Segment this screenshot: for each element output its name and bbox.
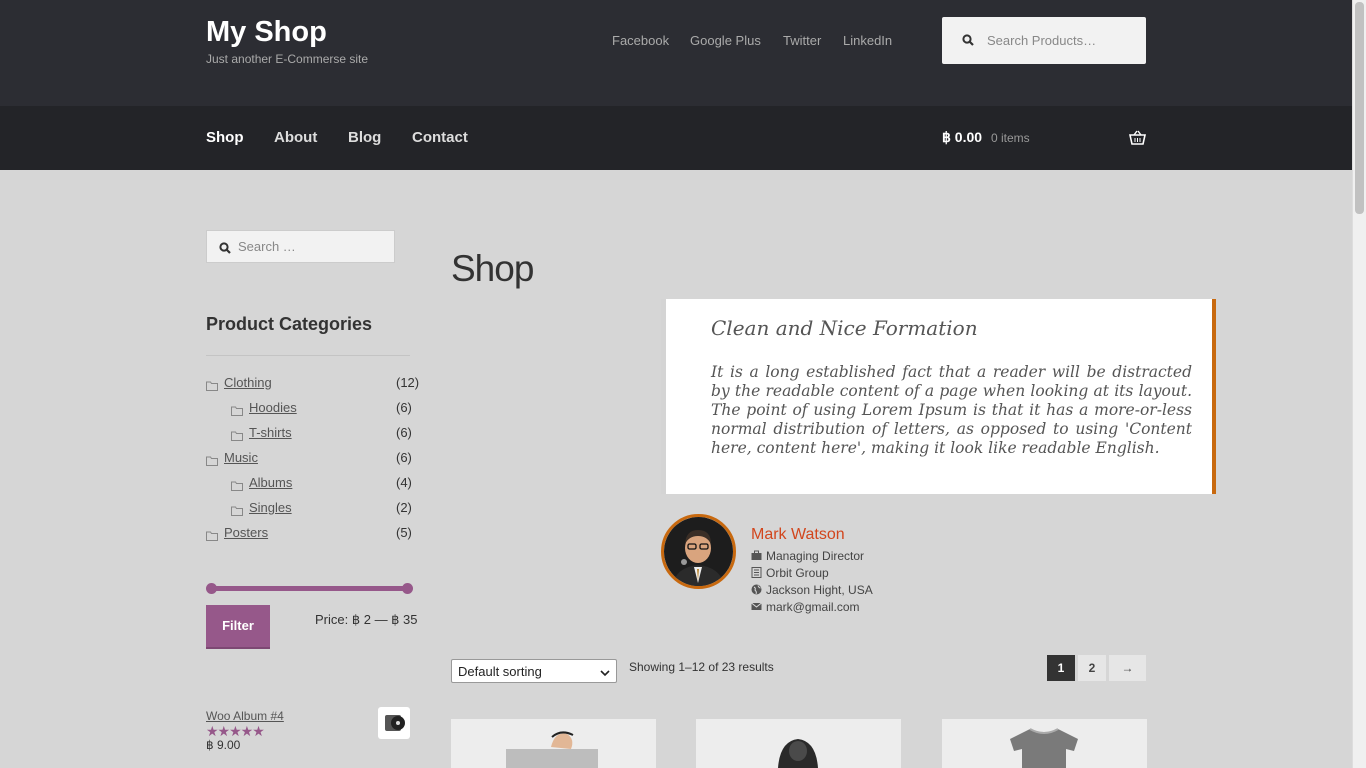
globe-icon [751,584,762,595]
building-icon [751,567,762,578]
category-item-hoodies[interactable]: Hoodies [231,400,410,418]
quote-text: It is a long established fact that a rea… [711,363,1192,457]
social-link-twitter[interactable]: Twitter [783,33,821,48]
divider [206,355,410,356]
category-count: (6) [396,450,412,465]
cart-item-count[interactable]: 0 items [991,131,1030,145]
result-count: Showing 1–12 of 23 results [629,660,774,674]
sidebar-search-input[interactable]: Search … [206,230,395,263]
search-icon [962,33,974,51]
social-link-linkedin[interactable]: LinkedIn [843,33,892,48]
filter-button[interactable]: Filter [206,605,270,649]
basket-icon[interactable] [1129,130,1146,150]
folder-icon [231,503,243,521]
testimonial-quote: Clean and Nice Formation It is a long es… [661,299,1216,494]
nav-item-blog[interactable]: Blog [348,129,381,146]
sidebar-search-placeholder: Search … [238,239,296,254]
pagination-page-1[interactable]: 1 [1047,655,1075,681]
top-rated-product-price: ฿ 9.00 [206,738,241,752]
author-location-row: Jackson Hight, USA [751,583,873,597]
category-link[interactable]: Music [224,450,258,465]
cart-amount[interactable]: ฿ 0.00 [942,129,982,146]
folder-icon [206,453,218,471]
category-link[interactable]: Posters [224,525,268,540]
product-card[interactable] [942,719,1147,768]
scrollbar-thumb[interactable] [1355,2,1364,214]
price-range-label: Price: ฿ 2 — ฿ 35 [315,612,418,627]
tshirt-product-image [1010,728,1078,768]
envelope-icon [751,601,762,612]
price-slider-min-handle[interactable] [206,583,217,594]
sort-select-value: Default sorting [458,664,542,679]
product-categories-heading: Product Categories [206,314,373,334]
author-role-row: Managing Director [751,549,864,563]
product-card[interactable] [451,719,656,768]
author-company-row: Orbit Group [751,566,829,580]
product-search-input[interactable]: Search Products… [942,17,1146,64]
hoodie-product-image [778,739,818,768]
nav-item-about[interactable]: About [274,129,317,146]
author-company: Orbit Group [766,566,829,580]
category-item-singles[interactable]: Singles [231,500,410,518]
site-description: Just another E-Commerse site [206,52,369,66]
author-name[interactable]: Mark Watson [751,526,845,544]
category-link[interactable]: Hoodies [249,400,297,415]
social-link-facebook[interactable]: Facebook [612,33,669,48]
nav-item-shop[interactable]: Shop [206,129,244,146]
author-location: Jackson Hight, USA [766,583,873,597]
price-slider-max-handle[interactable] [402,583,413,594]
category-count: (2) [396,500,412,515]
category-link[interactable]: Clothing [224,375,272,390]
briefcase-icon [751,550,762,561]
primary-nav: Shop About Blog Contact ฿ 0.00 0 items [0,106,1352,170]
folder-icon [206,528,218,546]
social-link-google-plus[interactable]: Google Plus [690,33,761,48]
category-count: (5) [396,525,412,540]
category-item-t-shirts[interactable]: T-shirts [231,425,410,443]
quote-title: Clean and Nice Formation [711,316,978,340]
price-slider-range[interactable] [210,586,405,591]
category-link[interactable]: Singles [249,500,292,515]
category-item-clothing[interactable]: Clothing [206,375,410,393]
category-item-posters[interactable]: Posters [206,525,410,543]
folder-icon [231,428,243,446]
nav-item-contact[interactable]: Contact [412,129,468,146]
category-link[interactable]: Albums [249,475,292,490]
site-title[interactable]: My Shop [206,16,327,49]
category-count: (6) [396,400,412,415]
folder-icon [231,478,243,496]
product-card[interactable] [696,719,901,768]
avatar [661,514,736,589]
album-thumbnail[interactable] [378,707,410,739]
author-email[interactable]: mark@gmail.com [766,600,860,614]
category-item-albums[interactable]: Albums [231,475,410,493]
category-item-music[interactable]: Music [206,450,410,468]
sort-select[interactable]: Default sorting [451,659,617,683]
author-email-row: mark@gmail.com [751,600,860,614]
chevron-down-icon [600,666,610,681]
category-count: (12) [396,375,420,390]
pagination-next[interactable]: → [1109,655,1146,681]
search-icon [219,241,231,259]
top-rated-product-link[interactable]: Woo Album #4 [206,709,284,723]
author-role: Managing Director [766,549,865,563]
category-count: (6) [396,425,412,440]
site-header: My Shop Just another E-Commerse site Fac… [0,0,1352,106]
category-link[interactable]: T-shirts [249,425,292,440]
pagination-page-2[interactable]: 2 [1078,655,1106,681]
category-count: (4) [396,475,412,490]
page-title: Shop [451,248,534,289]
poster-product-image [506,731,598,768]
product-search-placeholder: Search Products… [987,33,1097,48]
folder-icon [206,378,218,396]
folder-icon [231,403,243,421]
